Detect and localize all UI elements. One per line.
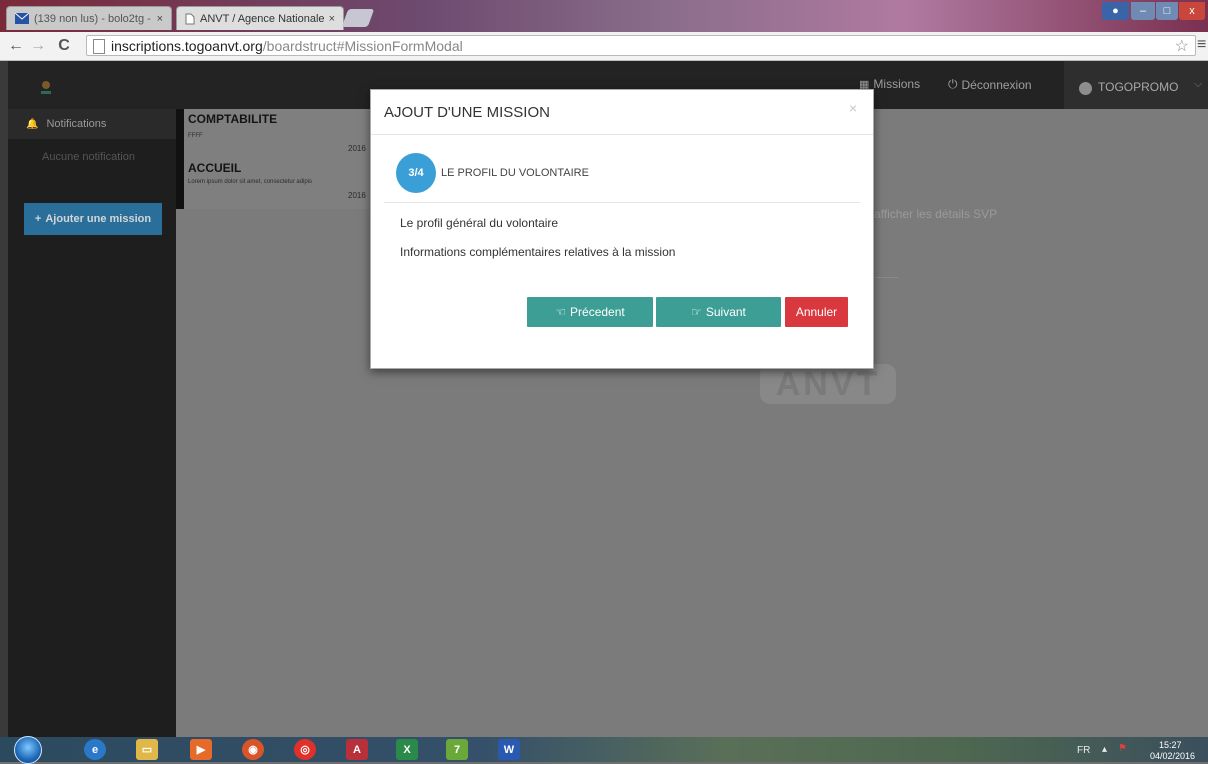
mission-date: 2016 [348,144,366,153]
divider [384,202,860,203]
modal-title: AJOUT D'UNE MISSION [384,104,550,121]
mission-title[interactable]: COMPTABILITE [188,112,277,126]
nav-logout-label: Déconnexion [961,77,1032,92]
minimize-button[interactable]: – [1131,2,1155,20]
clock-date[interactable]: 04/02/2016 [1150,751,1195,761]
page-icon [93,39,105,54]
reload-icon[interactable]: C [54,36,74,56]
tab-anvt[interactable]: ANVT / Agence Nationale × [176,6,344,30]
nav-missions-label: Missions [873,77,921,91]
new-tab-button[interactable] [341,9,375,27]
mission-date: 2016 [348,191,366,200]
panel-edge [176,109,184,209]
back-arrow-icon[interactable]: ← [6,36,26,56]
user-menu[interactable]: TOGOPROMO ⌵ [1064,61,1208,109]
step-indicator: 3/4 [396,153,436,193]
previous-button[interactable]: ☜ Précedent [527,297,653,327]
start-button[interactable] [14,736,42,764]
internet-explorer-icon[interactable]: e [84,739,106,760]
tray-arrow-icon[interactable]: ▴ [1102,744,1107,755]
tab-label: ANVT / Agence Nationale [200,12,325,25]
mission-subtitle: Lorem ipsum dolor sit amet, consectetur … [188,179,313,185]
app-logo[interactable] [38,79,54,97]
media-player-icon[interactable]: ▶ [190,739,212,760]
additional-info-text: Informations complémentaires relatives à… [400,245,676,259]
mission-subtitle: FFFF [188,133,203,139]
anvt-watermark: ANVT [760,364,896,404]
word-icon[interactable]: W [498,739,520,760]
step-label: LE PROFIL DU VOLONTAIRE [441,167,589,179]
forward-arrow-icon[interactable]: → [28,36,48,56]
access-icon[interactable]: A [346,739,368,760]
browser-tab-strip: (139 non lus) - bolo2tg - × ANVT / Agenc… [0,0,1208,32]
plus-icon: + [34,213,42,225]
window-edge [0,61,8,737]
user-name: TOGOPROMO [1098,80,1179,94]
7zip-icon[interactable]: 7 [446,739,468,760]
avatar [1079,82,1092,95]
close-icon[interactable]: × [329,13,335,25]
mail-icon [15,13,29,24]
close-window-button[interactable]: x [1179,2,1205,20]
mission-title[interactable]: ACCUEIL [188,161,241,175]
add-mission-label: Ajouter une mission [45,213,152,225]
divider [874,277,898,278]
address-bar[interactable]: inscriptions.togoanvt.org/boardstruct#Mi… [86,35,1196,56]
flag-icon[interactable]: ⚑ [1118,743,1127,754]
hand-right-icon: ☞ [691,305,702,319]
url-path: /boardstruct#MissionFormModal [262,37,463,54]
details-hint: afficher les détails SVP [874,207,998,221]
modal-header: AJOUT D'UNE MISSION × [371,90,873,135]
browser-toolbar: ← → C inscriptions.togoanvt.org/boardstr… [0,32,1208,61]
close-icon[interactable]: × [157,13,163,25]
tab-label: (139 non lus) - bolo2tg - [34,12,151,25]
previous-label: Précedent [570,305,625,319]
power-icon: ⏻ [948,77,958,91]
no-notification-text: Aucune notification [42,151,135,163]
nav-logout[interactable]: ⏻ Déconnexion [948,77,1032,92]
chevron-down-icon: ⌵ [1194,78,1203,90]
sidebar: 🔔 Notifications Aucune notification + Aj… [8,109,176,737]
clock-time[interactable]: 15:27 [1159,740,1182,750]
add-mission-button[interactable]: + Ajouter une mission [24,203,162,235]
chrome-icon[interactable]: ◎ [294,739,316,760]
excel-icon[interactable]: X [396,739,418,760]
language-indicator[interactable]: FR [1077,745,1090,756]
next-label: Suivant [705,305,746,319]
windows-taskbar: e ▭ ▶ ◉ ◎ A X 7 W FR ▴ ⚑ [0,736,1208,764]
bell-icon: 🔔 [26,118,39,130]
mission-form-modal: AJOUT D'UNE MISSION × 3/4 LE PROFIL DU V… [370,89,874,369]
cancel-button[interactable]: Annuler [785,297,848,327]
url-host: inscriptions.togoanvt.org [111,37,263,54]
folder-icon[interactable]: ▭ [136,739,158,760]
notifications-header[interactable]: 🔔 Notifications [8,109,176,139]
maximize-button[interactable]: □ [1156,2,1178,20]
tab-gmail[interactable]: (139 non lus) - bolo2tg - × [6,6,172,30]
user-profile-icon[interactable]: ● [1102,2,1129,20]
bookmark-star-icon[interactable]: ☆ [1175,36,1189,56]
notifications-label: Notifications [46,118,107,130]
next-button[interactable]: ☞ Suivant [656,297,781,327]
hand-left-icon: ☜ [555,305,567,319]
firefox-icon[interactable]: ◉ [242,739,264,760]
menu-icon[interactable]: ≡ [1197,36,1206,54]
page-icon [185,13,195,24]
profile-general-text: Le profil général du volontaire [400,216,559,230]
close-icon[interactable]: × [849,100,857,116]
